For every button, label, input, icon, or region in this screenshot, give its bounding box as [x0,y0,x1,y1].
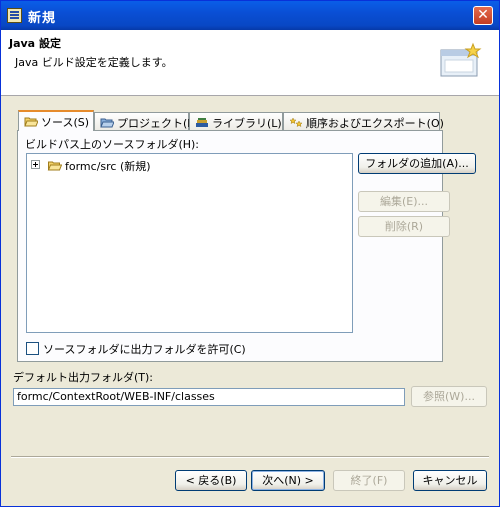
allow-output-folders-checkbox[interactable] [26,342,39,355]
tab-source[interactable]: ソース(S) [18,110,94,131]
source-folder-tree[interactable]: formc/src (新規) [26,153,353,333]
default-output-folder-field[interactable]: formc/ContextRoot/WEB-INF/classes [13,388,405,406]
source-folder-icon [47,161,62,171]
next-button[interactable]: 次へ(N) > [251,470,325,491]
edit-button[interactable]: 編集(E)... [358,191,450,212]
footer-separator [11,456,489,458]
source-tab-panel: ビルドパス上のソースフォルダ(H): formc/src (新規) フォルダの追… [17,130,476,362]
tab-label: 順序およびエクスポート(O) [306,117,444,130]
close-icon: ✕ [477,7,489,23]
wizard-app-icon [7,8,22,23]
java-settings-banner-icon [440,42,482,77]
source-folders-label: ビルドパス上のソースフォルダ(H): [25,138,200,151]
browse-button[interactable]: 参照(W)... [411,386,487,407]
tree-item-label: formc/src (新規) [65,160,151,173]
tab-label: プロジェクト(P) [117,117,199,130]
tab-label: ライブラリ(L) [212,117,282,130]
remove-button[interactable]: 削除(R) [358,216,450,237]
tab-order-export[interactable]: 順序およびエクスポート(O) [283,112,444,130]
tree-item[interactable]: formc/src (新規) [31,158,151,174]
cancel-button[interactable]: キャンセル [413,470,487,491]
wizard-header: Java 設定 Java ビルド設定を定義します。 [1,30,499,96]
folder-open-icon [24,117,38,127]
tab-projects[interactable]: プロジェクト(P) [94,112,198,130]
add-folder-button[interactable]: フォルダの追加(A)... [358,153,476,174]
dialog-window: 新規 ✕ Java 設定 Java ビルド設定を定義します。 ソース(S) プロ… [0,0,500,507]
close-button[interactable]: ✕ [473,6,493,25]
window-title: 新規 [28,11,57,26]
title-bar[interactable]: 新規 ✕ [1,1,499,30]
allow-output-folders-label: ソースフォルダに出力フォルダを許可(C) [43,343,246,356]
finish-button[interactable]: 終了(F) [333,470,405,491]
back-button[interactable]: < 戻る(B) [175,470,247,491]
order-export-icon [289,117,303,127]
tab-libraries[interactable]: ライブラリ(L) [189,112,283,130]
expand-icon[interactable] [31,160,40,169]
library-books-icon [196,118,208,127]
project-folder-icon [100,118,114,128]
page-title: Java 設定 [9,37,61,50]
default-output-folder-label: デフォルト出力フォルダ(T): [13,371,154,384]
tab-label: ソース(S) [41,116,90,129]
page-description: Java ビルド設定を定義します。 [15,56,173,69]
